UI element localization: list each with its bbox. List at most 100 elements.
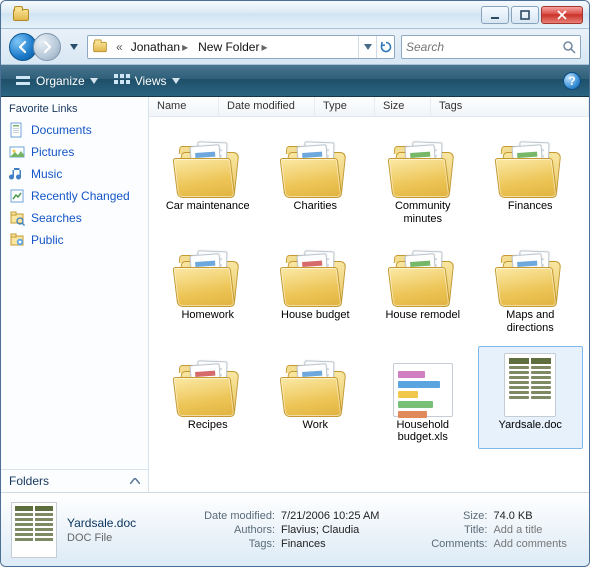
file-item-label: Yardsale.doc [499, 419, 562, 432]
file-item-label: Car maintenance [166, 200, 250, 213]
address-bar[interactable]: « Jonathan ▸ New Folder ▸ [87, 35, 395, 59]
sidebar-item-icon [9, 122, 25, 138]
sidebar-item[interactable]: Searches [7, 207, 142, 229]
details-v-authors[interactable]: Flavius; Claudia [281, 524, 359, 536]
sidebar-item-icon [9, 232, 25, 248]
file-item[interactable]: Yardsale.doc [478, 346, 584, 449]
folder-icon [175, 361, 241, 417]
favorite-links-header: Favorite Links [1, 97, 148, 117]
file-item[interactable]: Work [263, 346, 369, 449]
breadcrumb-seg-2-label: New Folder [198, 40, 259, 54]
column-headers: Name Date modified Type Size Tags [149, 97, 589, 117]
sidebar-item[interactable]: Music [7, 163, 142, 185]
details-filename: Yardsale.doc [67, 516, 187, 530]
organize-label: Organize [36, 74, 85, 88]
file-item[interactable]: Household budget.xls [370, 346, 476, 449]
close-button[interactable] [541, 6, 583, 24]
sidebar-item[interactable]: Public [7, 229, 142, 251]
chevron-up-icon [130, 478, 140, 484]
search-box[interactable] [401, 35, 581, 59]
folder-icon [175, 142, 241, 198]
column-tags[interactable]: Tags [431, 97, 589, 116]
sidebar-item-label: Recently Changed [31, 189, 130, 203]
details-v-title[interactable]: Add a title [493, 524, 542, 536]
sidebar-item-icon [9, 188, 25, 204]
breadcrumb-seg-1[interactable]: Jonathan ▸ [127, 36, 194, 58]
views-icon [114, 74, 130, 88]
chevron-right-icon: ▸ [259, 40, 269, 54]
file-item-label: Homework [181, 309, 234, 322]
file-item[interactable]: House remodel [370, 236, 476, 339]
file-item-label: Recipes [188, 419, 228, 432]
file-item-label: Community minutes [378, 200, 468, 225]
folders-label: Folders [9, 474, 49, 488]
file-item-label: House budget [281, 309, 350, 322]
details-k-modified: Date modified: [193, 510, 275, 522]
file-item[interactable]: Recipes [155, 346, 261, 449]
file-item[interactable]: Community minutes [370, 127, 476, 230]
navigation-bar: « Jonathan ▸ New Folder ▸ [1, 29, 589, 65]
details-filetype: DOC File [67, 532, 187, 544]
file-item-label: Finances [508, 200, 553, 213]
details-v-size: 74.0 KB [493, 510, 532, 522]
sidebar-item[interactable]: Recently Changed [7, 185, 142, 207]
content-pane: Name Date modified Type Size Tags Car ma… [149, 97, 589, 492]
sidebar-item-icon [9, 210, 25, 226]
file-item-label: Household budget.xls [378, 419, 468, 444]
refresh-button[interactable] [376, 36, 394, 58]
sidebar-item-label: Pictures [31, 145, 74, 159]
file-item-label: House remodel [385, 309, 460, 322]
details-k-tags: Tags: [193, 538, 275, 550]
minimize-button[interactable] [481, 6, 509, 24]
nav-forward-button[interactable] [33, 33, 61, 61]
views-button[interactable]: Views [108, 71, 186, 91]
details-thumbnail [11, 502, 57, 558]
file-item-label: Charities [294, 200, 337, 213]
breadcrumb-root[interactable]: « [112, 40, 127, 54]
details-k-comments: Comments: [405, 538, 487, 550]
column-size[interactable]: Size [375, 97, 431, 116]
search-input[interactable] [406, 40, 562, 54]
column-name[interactable]: Name [149, 97, 219, 116]
details-k-title: Title: [405, 524, 487, 536]
folder-icon [390, 142, 456, 198]
file-item[interactable]: Car maintenance [155, 127, 261, 230]
file-list[interactable]: Car maintenance Charities Community minute… [149, 117, 589, 492]
file-item[interactable]: House budget [263, 236, 369, 339]
details-pane: Yardsale.doc DOC File Date modified: 7/21… [1, 492, 589, 566]
help-button[interactable]: ? [563, 72, 581, 90]
folder-icon [282, 142, 348, 198]
sidebar-item[interactable]: Pictures [7, 141, 142, 163]
spreadsheet-icon [393, 363, 453, 417]
maximize-button[interactable] [511, 6, 539, 24]
address-dropdown-button[interactable] [358, 36, 376, 58]
folder-icon [497, 251, 563, 307]
file-item[interactable]: Homework [155, 236, 261, 339]
file-item[interactable]: Finances [478, 127, 584, 230]
file-item[interactable]: Charities [263, 127, 369, 230]
folder-icon [497, 142, 563, 198]
breadcrumb-seg-2[interactable]: New Folder ▸ [194, 36, 273, 58]
file-item[interactable]: Maps and directions [478, 236, 584, 339]
details-v-tags[interactable]: Finances [281, 538, 326, 550]
sidebar-item-icon [9, 166, 25, 182]
command-bar: Organize Views ? [1, 65, 589, 97]
address-folder-icon [88, 41, 112, 53]
chevron-down-icon [90, 78, 98, 84]
sidebar-item-icon [9, 144, 25, 160]
sidebar-item-label: Public [31, 233, 64, 247]
nav-history-dropdown[interactable] [67, 36, 81, 58]
titlebar [1, 1, 589, 29]
column-type[interactable]: Type [315, 97, 375, 116]
details-k-authors: Authors: [193, 524, 275, 536]
folders-toggle[interactable]: Folders [1, 469, 148, 492]
column-date[interactable]: Date modified [219, 97, 315, 116]
search-icon [562, 40, 576, 54]
organize-button[interactable]: Organize [9, 71, 104, 91]
sidebar-item[interactable]: Documents [7, 119, 142, 141]
chevron-right-icon: ▸ [180, 40, 190, 54]
details-v-comments[interactable]: Add comments [493, 538, 566, 550]
sidebar-item-label: Documents [31, 123, 92, 137]
views-label: Views [135, 74, 167, 88]
details-v-modified: 7/21/2006 10:25 AM [281, 510, 379, 522]
